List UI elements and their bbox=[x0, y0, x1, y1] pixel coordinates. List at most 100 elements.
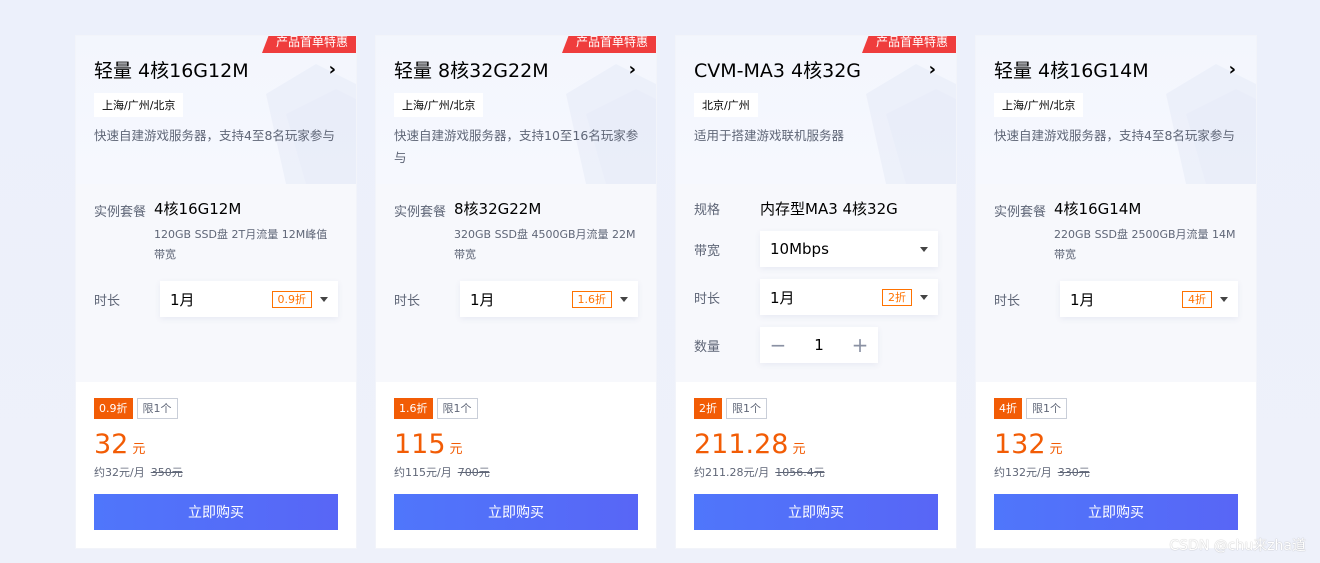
duration-value: 1月 bbox=[770, 288, 795, 307]
card-pricing: 4折 限1个 132 元 约132元/月 330元 立即购买 bbox=[976, 382, 1256, 530]
price-per-month: 约211.28元/月 1056.4元 bbox=[694, 464, 938, 480]
bandwidth-select[interactable]: 10Mbps bbox=[760, 231, 938, 267]
plus-icon[interactable]: + bbox=[842, 327, 878, 363]
monthly-price: 约32元/月 bbox=[94, 466, 145, 479]
spec-detail: 320GB SSD盘 4500GB月流量 22M带宽 bbox=[454, 228, 636, 261]
promo-ribbon: 产品首单特惠 bbox=[861, 36, 956, 53]
card-pricing: 1.6折 限1个 115 元 约115元/月 700元 立即购买 bbox=[376, 382, 656, 530]
card-header: 产品首单特惠 轻量 4核16G12M › 上海/广州/北京 快速自建游戏服务器，… bbox=[76, 36, 356, 184]
card-description: 快速自建游戏服务器，支持4至8名玩家参与 bbox=[94, 128, 335, 143]
region-badge: 北京/广州 bbox=[694, 93, 758, 117]
duration-label: 时长 bbox=[694, 291, 721, 307]
chevron-right-icon[interactable]: › bbox=[929, 59, 936, 80]
duration-label: 时长 bbox=[394, 293, 421, 309]
monthly-price: 约132元/月 bbox=[994, 466, 1052, 479]
card-title-link[interactable]: CVM-MA3 4核32G › bbox=[694, 56, 938, 83]
buy-button[interactable]: 立即购买 bbox=[994, 494, 1238, 530]
duration-select[interactable]: 1月 2折 bbox=[760, 279, 938, 315]
card-pricing: 0.9折 限1个 32 元 约32元/月 350元 立即购买 bbox=[76, 382, 356, 530]
buy-button[interactable]: 立即购买 bbox=[394, 494, 638, 530]
monthly-price: 约211.28元/月 bbox=[694, 466, 770, 479]
duration-select[interactable]: 1月 1.6折 bbox=[460, 281, 638, 317]
spec-row: 实例套餐 8核32G22M 320GB SSD盘 4500GB月流量 22M带宽 bbox=[394, 198, 638, 265]
duration-discount-badge: 0.9折 bbox=[271, 290, 312, 308]
product-card-list: 产品首单特惠 轻量 4核16G12M › 上海/广州/北京 快速自建游戏服务器，… bbox=[76, 36, 1256, 548]
minus-icon[interactable]: − bbox=[760, 327, 796, 363]
card-title: 轻量 8核32G22M bbox=[394, 60, 549, 82]
price-unit: 元 bbox=[449, 442, 463, 457]
card-config: 实例套餐 4核16G14M 220GB SSD盘 2500GB月流量 14M带宽… bbox=[976, 184, 1256, 382]
card-title-link[interactable]: 轻量 4核16G12M › bbox=[94, 56, 338, 83]
discount-tag: 2折 bbox=[694, 398, 722, 419]
spec-row: 实例套餐 4核16G12M 120GB SSD盘 2T月流量 12M峰值带宽 bbox=[94, 198, 338, 265]
card-title: 轻量 4核16G12M bbox=[94, 60, 249, 82]
price-unit: 元 bbox=[132, 442, 146, 457]
card-title-link[interactable]: 轻量 8核32G22M › bbox=[394, 56, 638, 83]
card-title: CVM-MA3 4核32G bbox=[694, 60, 862, 82]
bandwidth-value: 10Mbps bbox=[770, 240, 829, 258]
region-badge: 上海/广州/北京 bbox=[94, 93, 184, 117]
spec-detail: 120GB SSD盘 2T月流量 12M峰值带宽 bbox=[154, 228, 328, 261]
caret-down-icon bbox=[620, 296, 628, 302]
product-card: 产品首单特惠 轻量 4核16G12M › 上海/广州/北京 快速自建游戏服务器，… bbox=[76, 36, 356, 548]
original-price: 1056.4元 bbox=[775, 466, 825, 479]
duration-select[interactable]: 1月 4折 bbox=[1060, 281, 1238, 317]
caret-down-icon bbox=[920, 246, 928, 252]
spec-row: 规格 内存型MA3 4核32G bbox=[694, 198, 938, 219]
buy-button[interactable]: 立即购买 bbox=[94, 494, 338, 530]
quantity-label: 数量 bbox=[694, 339, 721, 355]
product-card: 产品首单特惠 轻量 8核32G22M › 上海/广州/北京 快速自建游戏服务器，… bbox=[376, 36, 656, 548]
duration-select[interactable]: 1月 0.9折 bbox=[160, 281, 338, 317]
card-title: 轻量 4核16G14M bbox=[994, 60, 1149, 82]
card-header: 产品首单特惠 轻量 8核32G22M › 上海/广州/北京 快速自建游戏服务器，… bbox=[376, 36, 656, 184]
spec-value: 4核16G12M bbox=[154, 200, 242, 218]
chevron-right-icon[interactable]: › bbox=[1229, 59, 1236, 80]
price-per-month: 约32元/月 350元 bbox=[94, 464, 338, 480]
buy-button[interactable]: 立即购买 bbox=[694, 494, 938, 530]
product-card: 产品首单特惠 CVM-MA3 4核32G › 北京/广州 适用于搭建游戏联机服务… bbox=[676, 36, 956, 548]
original-price: 700元 bbox=[457, 466, 490, 479]
duration-value: 1月 bbox=[1070, 290, 1095, 309]
spec-value: 内存型MA3 4核32G bbox=[760, 200, 898, 218]
spec-label: 实例套餐 bbox=[394, 205, 447, 220]
duration-discount-badge: 2折 bbox=[882, 288, 912, 306]
price-per-month: 约132元/月 330元 bbox=[994, 464, 1238, 480]
bandwidth-row: 带宽 10Mbps bbox=[694, 231, 938, 267]
card-header: 产品首单特惠 CVM-MA3 4核32G › 北京/广州 适用于搭建游戏联机服务… bbox=[676, 36, 956, 184]
price-value: 132 bbox=[994, 429, 1046, 460]
chevron-right-icon[interactable]: › bbox=[629, 59, 636, 80]
price-unit: 元 bbox=[792, 442, 806, 457]
price-per-month: 约115元/月 700元 bbox=[394, 464, 638, 480]
price-value: 32 bbox=[94, 429, 129, 460]
spec-detail: 220GB SSD盘 2500GB月流量 14M带宽 bbox=[1054, 228, 1236, 261]
discount-tag: 1.6折 bbox=[394, 398, 433, 419]
monthly-price: 约115元/月 bbox=[394, 466, 452, 479]
region-badge: 上海/广州/北京 bbox=[994, 93, 1084, 117]
price-unit: 元 bbox=[1049, 442, 1063, 457]
card-config: 实例套餐 4核16G12M 120GB SSD盘 2T月流量 12M峰值带宽 时… bbox=[76, 184, 356, 382]
spec-label: 实例套餐 bbox=[94, 205, 147, 220]
price-value: 115 bbox=[394, 429, 446, 460]
card-description: 快速自建游戏服务器，支持10至16名玩家参与 bbox=[394, 128, 639, 165]
duration-value: 1月 bbox=[170, 290, 195, 309]
card-title-link[interactable]: 轻量 4核16G14M › bbox=[994, 56, 1238, 83]
region-badge: 上海/广州/北京 bbox=[394, 93, 484, 117]
quantity-value[interactable]: 1 bbox=[796, 327, 842, 363]
card-config: 实例套餐 8核32G22M 320GB SSD盘 4500GB月流量 22M带宽… bbox=[376, 184, 656, 382]
spec-value: 4核16G14M bbox=[1054, 200, 1142, 218]
quantity-row: 数量 − 1 + bbox=[694, 327, 938, 363]
card-header: 轻量 4核16G14M › 上海/广州/北京 快速自建游戏服务器，支持4至8名玩… bbox=[976, 36, 1256, 184]
duration-label: 时长 bbox=[94, 293, 121, 309]
watermark: CSDN @chu来zha道 bbox=[1169, 538, 1306, 554]
duration-discount-badge: 1.6折 bbox=[571, 290, 612, 308]
discount-tag: 4折 bbox=[994, 398, 1022, 419]
duration-value: 1月 bbox=[470, 290, 495, 309]
promo-ribbon: 产品首单特惠 bbox=[561, 36, 656, 53]
duration-row: 时长 1月 0.9折 bbox=[94, 281, 338, 317]
limit-tag: 限1个 bbox=[1026, 398, 1067, 419]
price: 115 元 bbox=[394, 429, 638, 460]
chevron-right-icon[interactable]: › bbox=[329, 59, 336, 80]
spec-label: 规格 bbox=[694, 203, 721, 218]
card-config: 规格 内存型MA3 4核32G 带宽 10Mbps 时长 1月 2折 数量 − … bbox=[676, 184, 956, 382]
card-description: 适用于搭建游戏联机服务器 bbox=[694, 128, 845, 143]
